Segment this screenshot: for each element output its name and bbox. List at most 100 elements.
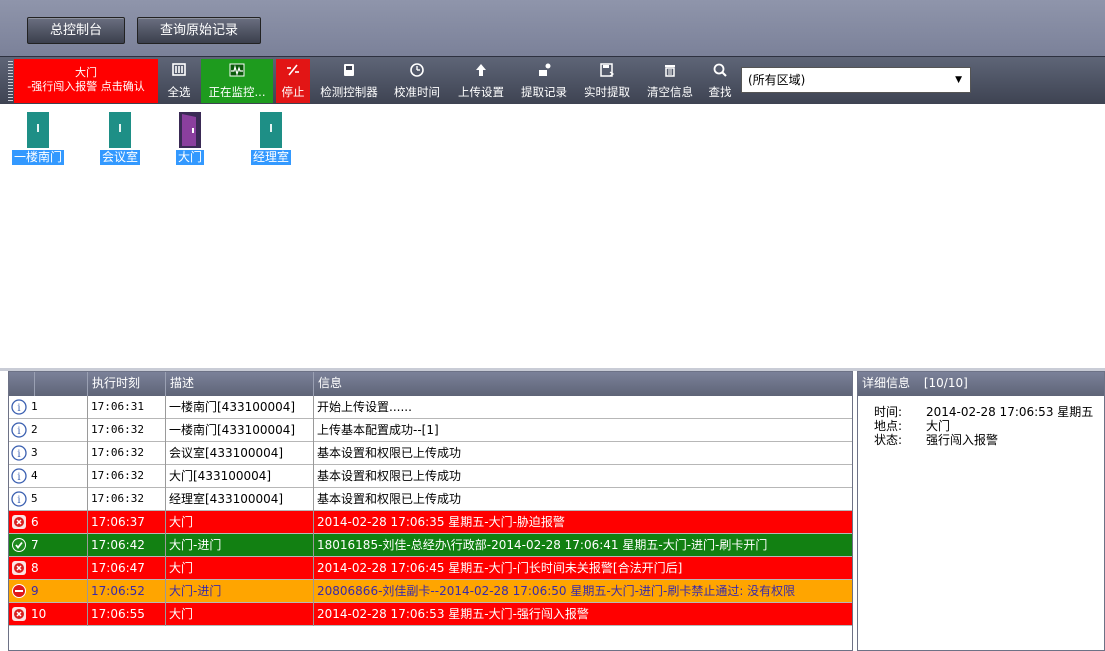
row-no: 2 [28, 419, 88, 442]
select-all-label: 全选 [167, 85, 191, 99]
row-desc: 大门-进门 [166, 534, 314, 557]
table-row[interactable]: i 4 17:06:32 大门[433100004] 基本设置和权限已上传成功 [9, 465, 852, 488]
clear-info-label: 清空信息 [647, 85, 693, 99]
row-time: 17:06:32 [88, 488, 166, 511]
monitoring-button[interactable]: 正在监控... [201, 59, 273, 103]
table-header: 执行时刻 描述 信息 [9, 372, 852, 396]
monitor-wave-icon [201, 62, 273, 84]
alarm-door-label: 大门 [75, 66, 97, 79]
svg-text:i: i [17, 403, 20, 414]
forbidden-icon [11, 583, 27, 599]
column-header-no[interactable] [35, 372, 88, 396]
column-header-icon[interactable] [9, 372, 35, 396]
row-no: 10 [28, 603, 88, 626]
door-label: 会议室 [99, 150, 140, 165]
row-info: 2014-02-28 17:06:53 星期五-大门-强行闯入报警 [317, 607, 589, 621]
row-time: 17:06:52 [88, 580, 166, 603]
upload-settings-button[interactable]: 上传设置 [451, 59, 511, 103]
sync-time-button[interactable]: 校准时间 [387, 59, 447, 103]
row-time: 17:06:42 [88, 534, 166, 557]
toolbar-grip[interactable] [8, 61, 13, 101]
alarm-icon [11, 514, 27, 530]
door-panel: 一楼南门 会议室 大门 经理室 [0, 104, 1105, 368]
detail-count: [10/10] [923, 376, 968, 390]
detail-status-value: 强行闯入报警 [926, 433, 999, 447]
alarm-confirm-button[interactable]: 大门 -强行闯入报警 点击确认 [14, 59, 158, 103]
search-label: 查找 [708, 85, 732, 99]
column-header-info[interactable]: 信息 [314, 372, 852, 396]
door-label: 一楼南门 [11, 150, 64, 165]
controller-icon [314, 62, 384, 84]
row-info: 20806866-刘佳副卡--2014-02-28 17:06:50 星期五-大… [317, 584, 796, 598]
detail-status: 状态: 强行闯入报警 [874, 434, 998, 447]
row-no: 3 [28, 442, 88, 465]
fetch-records-label: 提取记录 [521, 85, 567, 99]
tab-raw-records[interactable]: 查询原始记录 [137, 17, 261, 44]
table-row[interactable]: 10 17:06:55 大门 2014-02-28 17:06:53 星期五-大门-强… [9, 603, 852, 626]
column-header-desc[interactable]: 描述 [166, 372, 314, 396]
row-time: 17:06:37 [88, 511, 166, 534]
detail-time-value: 2014-02-28 17:06:53 星期五 [926, 405, 1094, 419]
door-item[interactable]: 会议室 [92, 112, 148, 165]
event-log-table[interactable]: 执行时刻 描述 信息 i 1 17:06:31 一楼南门[433100004] 开始上传… [8, 371, 853, 651]
fetch-icon [514, 62, 574, 84]
row-desc: 大门-进门 [166, 580, 314, 603]
detail-status-label: 状态: [874, 433, 903, 447]
row-desc: 一楼南门[433100004] [166, 396, 314, 419]
table-row[interactable]: 9 17:06:52 大门-进门 20806866-刘佳副卡--2014-02-28 … [9, 580, 852, 603]
table-row[interactable]: 8 17:06:47 大门 2014-02-28 17:06:45 星期五-大门-门长… [9, 557, 852, 580]
table-row[interactable]: 7 17:06:42 大门-进门 18016185-刘佳-总经办\行政部-2014-0… [9, 534, 852, 557]
select-all-button[interactable]: 全选 [160, 59, 198, 103]
row-no: 5 [28, 488, 88, 511]
detail-title: 详细信息 [862, 376, 911, 390]
row-info: 2014-02-28 17:06:45 星期五-大门-门长时间未关报警[合法开门… [317, 561, 683, 575]
trash-icon [640, 62, 700, 84]
stop-button[interactable]: 停止 [276, 59, 310, 103]
info-icon: i [11, 422, 27, 438]
row-info: 2014-02-28 17:06:35 星期五-大门-胁迫报警 [317, 515, 565, 529]
detail-place-label: 地点: [874, 419, 903, 433]
row-time: 17:06:31 [88, 396, 166, 419]
stop-label: 停止 [281, 85, 305, 99]
svg-text:i: i [17, 449, 20, 460]
select-all-icon [160, 62, 198, 84]
row-desc: 经理室[433100004] [166, 488, 314, 511]
search-button[interactable]: 查找 [703, 59, 737, 103]
table-row[interactable]: i 2 17:06:32 一楼南门[433100004] 上传基本配置成功--[1] [9, 419, 852, 442]
door-item[interactable]: 经理室 [243, 112, 299, 165]
closed-door-icon [25, 112, 51, 148]
row-desc: 大门 [166, 603, 314, 626]
row-info: 18016185-刘佳-总经办\行政部-2014-02-28 17:06:41 … [317, 538, 768, 552]
check-controller-label: 检测控制器 [320, 85, 378, 99]
row-time: 17:06:55 [88, 603, 166, 626]
table-row[interactable]: i 3 17:06:32 会议室[433100004] 基本设置和权限已上传成功 [9, 442, 852, 465]
door-item[interactable]: 一楼南门 [10, 112, 66, 165]
clear-info-button[interactable]: 清空信息 [640, 59, 700, 103]
area-select[interactable]: (所有区域) ▼ [741, 67, 971, 93]
door-item[interactable]: 大门 [162, 112, 218, 165]
svg-text:i: i [17, 472, 20, 483]
column-header-time[interactable]: 执行时刻 [88, 372, 166, 396]
open-door-icon [177, 112, 203, 148]
row-info: 基本设置和权限已上传成功 [317, 492, 462, 506]
detail-time-label: 时间: [874, 405, 903, 419]
fetch-records-button[interactable]: 提取记录 [514, 59, 574, 103]
svg-text:i: i [17, 426, 20, 437]
alarm-icon [11, 606, 27, 622]
info-icon: i [11, 468, 27, 484]
table-row[interactable]: i 1 17:06:31 一楼南门[433100004] 开始上传设置...... [9, 396, 852, 419]
check-controller-button[interactable]: 检测控制器 [314, 59, 384, 103]
detail-place: 地点: 大门 [874, 420, 950, 433]
realtime-fetch-button[interactable]: 实时提取 [577, 59, 637, 103]
row-desc: 大门 [166, 511, 314, 534]
detail-header: 详细信息 [10/10] [858, 372, 1104, 396]
area-select-value: (所有区域) [748, 73, 806, 87]
row-info: 开始上传设置...... [317, 400, 412, 414]
upload-arrow-icon [451, 62, 511, 84]
tab-console[interactable]: 总控制台 [27, 17, 125, 44]
row-info: 基本设置和权限已上传成功 [317, 446, 462, 460]
monitoring-label: 正在监控... [208, 85, 266, 99]
info-icon: i [11, 491, 27, 507]
table-row[interactable]: 6 17:06:37 大门 2014-02-28 17:06:35 星期五-大门-胁迫… [9, 511, 852, 534]
table-row[interactable]: i 5 17:06:32 经理室[433100004] 基本设置和权限已上传成功 [9, 488, 852, 511]
